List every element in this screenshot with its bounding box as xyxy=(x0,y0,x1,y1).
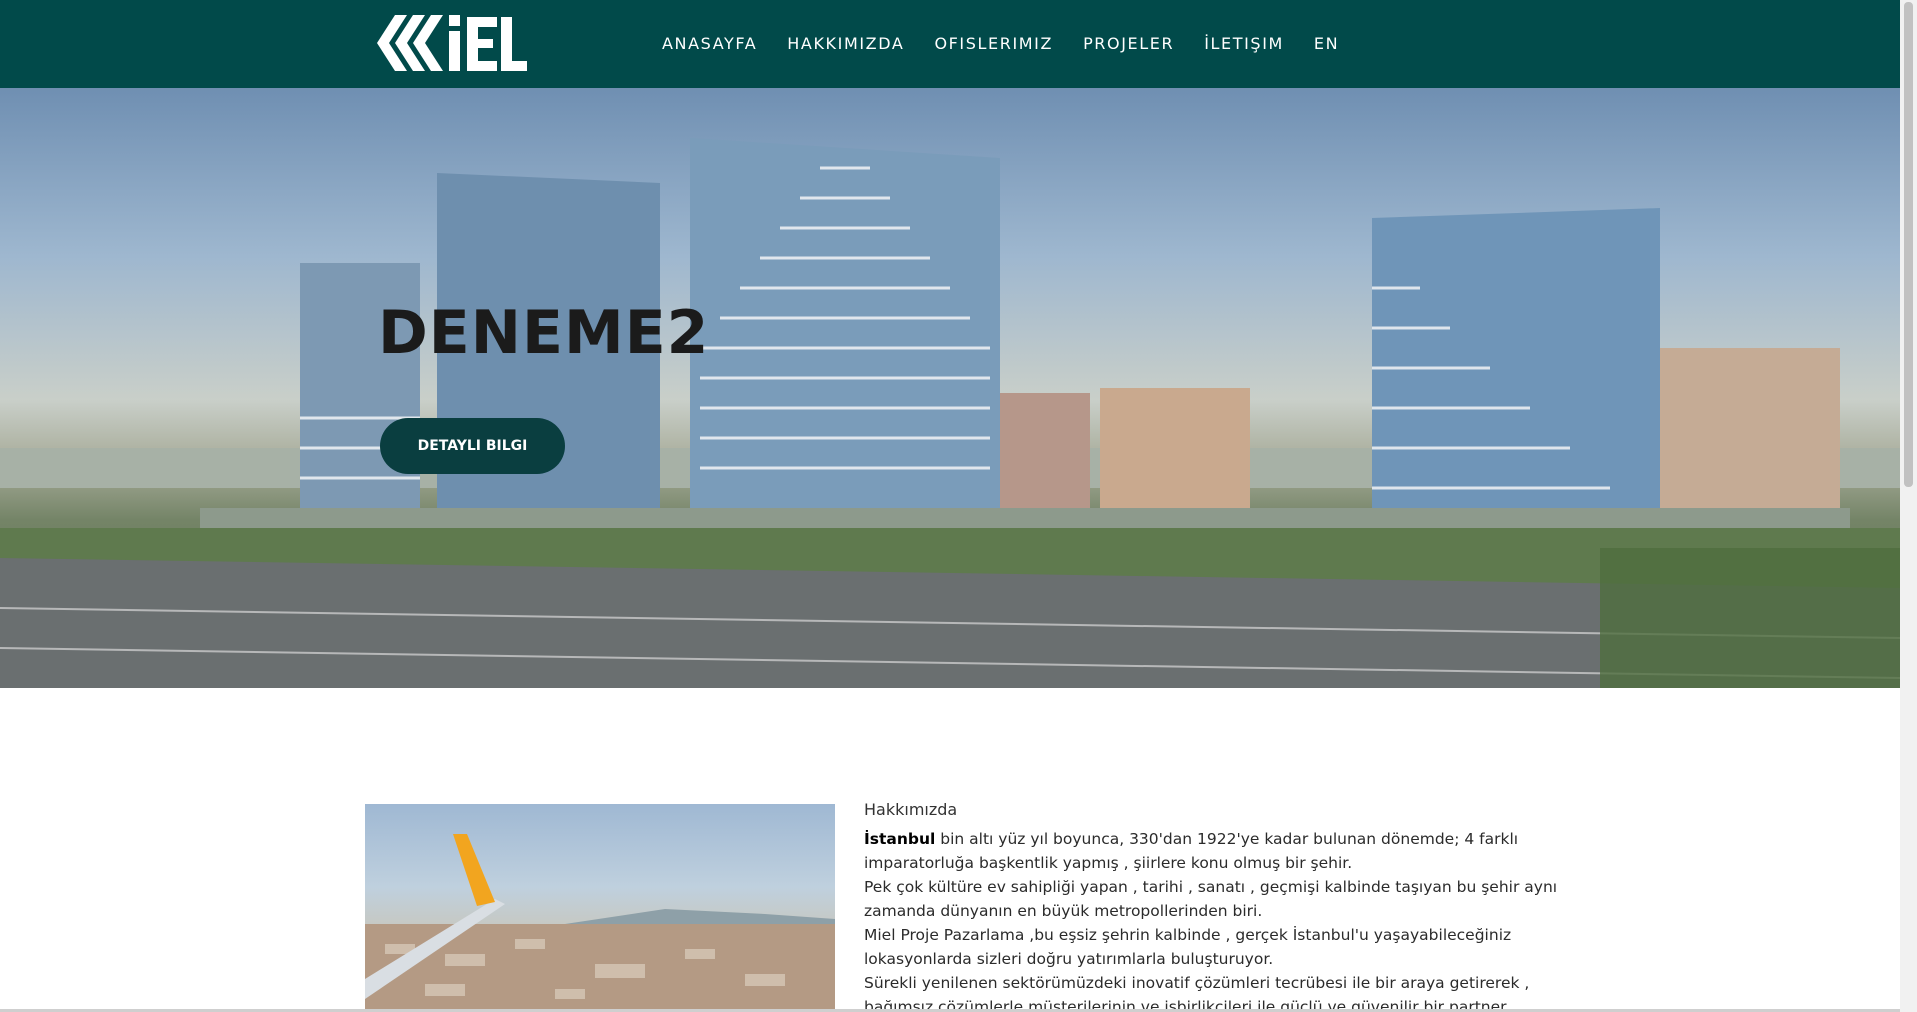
site-header: ANASAYFA HAKKIMIZDA OFISLERIMIZ PROJELER… xyxy=(0,0,1900,88)
istanbul-bold: İstanbul xyxy=(864,830,936,848)
page-scrollbar[interactable] xyxy=(1900,0,1917,1012)
about-paragraph-line: İstanbul bin altı yüz yıl boyunca, 330'd… xyxy=(864,830,1519,848)
miel-logo[interactable] xyxy=(373,13,529,73)
istanbul-aerial-image xyxy=(365,804,835,1012)
nav-anasayfa[interactable]: ANASAYFA xyxy=(662,34,757,53)
nav-language-en[interactable]: EN xyxy=(1314,34,1339,53)
nav-iletisim[interactable]: İLETIŞIM xyxy=(1204,34,1284,53)
main-nav: ANASAYFA HAKKIMIZDA OFISLERIMIZ PROJELER… xyxy=(662,34,1369,53)
hero-title: DENEME2 xyxy=(378,298,710,368)
about-paragraph-line: lokasyonlarda sizleri doğru yatırımlarla… xyxy=(864,950,1274,968)
nav-hakkimizda[interactable]: HAKKIMIZDA xyxy=(787,34,904,53)
about-section: Hakkımızda İstanbul bin altı yüz yıl boy… xyxy=(864,798,1558,1012)
details-button[interactable]: DETAYLI BILGI xyxy=(380,418,565,474)
nav-ofislerimiz[interactable]: OFISLERIMIZ xyxy=(934,34,1053,53)
nav-projeler[interactable]: PROJELER xyxy=(1083,34,1174,53)
hero-building-image xyxy=(0,138,1900,688)
about-paragraph-line: Sürekli yenilenen sektörümüzdeki inovati… xyxy=(864,974,1530,992)
hero-banner: DENEME2 DETAYLI BILGI xyxy=(0,88,1900,688)
about-paragraph-line: Pek çok kültüre ev sahipliği yapan , tar… xyxy=(864,878,1558,896)
about-paragraph-line: imparatorluğa başkentlik yapmış , şiirle… xyxy=(864,854,1353,872)
about-paragraph-line: Miel Proje Pazarlama ,bu eşsiz şehrin ka… xyxy=(864,926,1512,944)
about-paragraph-line: zamanda dünyanın en büyük metropollerind… xyxy=(864,902,1263,920)
about-heading: Hakkımızda xyxy=(864,800,958,819)
scrollbar-thumb[interactable] xyxy=(1904,2,1913,487)
